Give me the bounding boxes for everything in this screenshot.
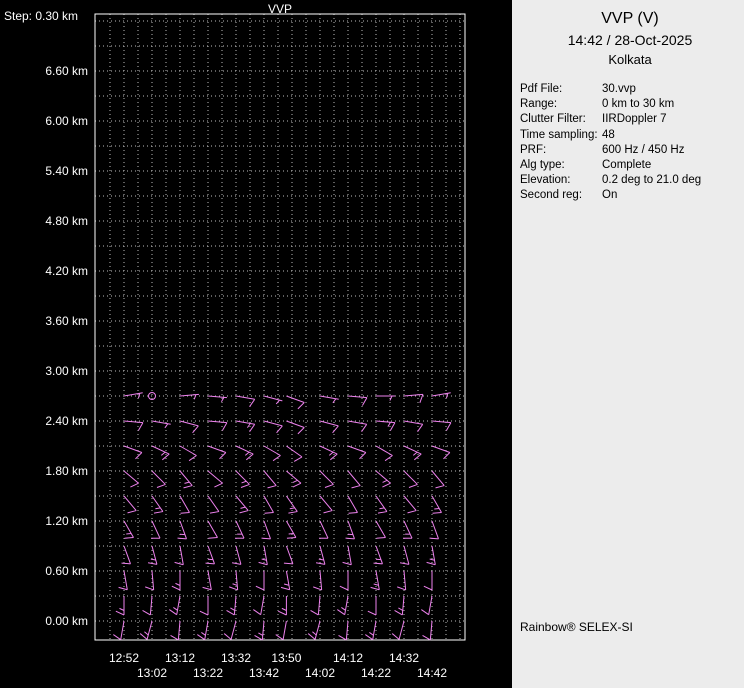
vvp-window: 0.00 km 0.60 km 1.20 km 1.80 km 2.40 km 3.00 …	[0, 0, 744, 688]
field-value: 30.vvp	[602, 82, 636, 97]
panel-site: Kolkata	[520, 52, 740, 67]
field-label: Time sampling:	[520, 128, 602, 143]
plot-title: VVP	[95, 2, 465, 16]
field-value: 600 Hz / 450 Hz	[602, 143, 684, 158]
field-label: Clutter Filter:	[520, 112, 602, 127]
y-axis-labels: 0.00 km 0.60 km 1.20 km 1.80 km 2.40 km 3.00 …	[45, 64, 88, 628]
step-label: Step: 0.30 km	[4, 9, 78, 23]
field-row: Second reg: On	[520, 188, 740, 203]
field-label: Second reg:	[520, 188, 602, 203]
svg-text:13:42: 13:42	[249, 666, 279, 680]
branding-text: Rainbow® SELEX-SI	[520, 620, 633, 634]
svg-text:4.80 km: 4.80 km	[45, 214, 88, 228]
field-value: IIRDoppler 7	[602, 112, 667, 127]
field-row: Alg type: Complete	[520, 158, 740, 173]
field-label: Alg type:	[520, 158, 602, 173]
wind-barbs-layer	[113, 393, 451, 640]
field-row: PRF: 600 Hz / 450 Hz	[520, 143, 740, 158]
svg-text:5.40 km: 5.40 km	[45, 164, 88, 178]
svg-text:3.00 km: 3.00 km	[45, 364, 88, 378]
svg-text:1.80 km: 1.80 km	[45, 464, 88, 478]
x-axis-labels: 12:5213:0213:1213:2213:3213:4213:50 14:02…	[109, 651, 447, 680]
field-row: Range: 0 km to 30 km	[520, 97, 740, 112]
svg-text:13:32: 13:32	[221, 651, 251, 665]
svg-text:6.00 km: 6.00 km	[45, 114, 88, 128]
svg-text:13:02: 13:02	[137, 666, 167, 680]
svg-text:6.60 km: 6.60 km	[45, 64, 88, 78]
svg-text:13:50: 13:50	[271, 651, 301, 665]
svg-text:3.60 km: 3.60 km	[45, 314, 88, 328]
field-label: Range:	[520, 97, 602, 112]
svg-text:14:02: 14:02	[305, 666, 335, 680]
svg-text:13:12: 13:12	[165, 651, 195, 665]
field-row: Elevation: 0.2 deg to 21.0 deg	[520, 173, 740, 188]
svg-text:13:22: 13:22	[193, 666, 223, 680]
field-row: Time sampling: 48	[520, 128, 740, 143]
field-value: 48	[602, 128, 615, 143]
svg-text:0.00 km: 0.00 km	[45, 614, 88, 628]
field-row: Pdf File: 30.vvp	[520, 82, 740, 97]
panel-datetime: 14:42 / 28-Oct-2025	[520, 32, 740, 48]
field-label: Elevation:	[520, 173, 602, 188]
svg-text:12:52: 12:52	[109, 651, 139, 665]
svg-text:2.40 km: 2.40 km	[45, 414, 88, 428]
svg-text:4.20 km: 4.20 km	[45, 264, 88, 278]
svg-text:14:32: 14:32	[389, 651, 419, 665]
svg-text:0.60 km: 0.60 km	[45, 564, 88, 578]
field-label: PRF:	[520, 143, 602, 158]
plot-grid	[95, 14, 465, 640]
field-value: Complete	[602, 158, 651, 173]
svg-text:14:42: 14:42	[417, 666, 447, 680]
svg-text:14:12: 14:12	[333, 651, 363, 665]
info-fields: Pdf File: 30.vvp Range: 0 km to 30 km Cl…	[520, 82, 740, 203]
field-row: Clutter Filter: IIRDoppler 7	[520, 112, 740, 127]
field-value: 0.2 deg to 21.0 deg	[602, 173, 701, 188]
vvp-plot-svg: 0.00 km 0.60 km 1.20 km 1.80 km 2.40 km 3.00 …	[0, 0, 512, 688]
panel-title: VVP (V)	[520, 10, 740, 28]
field-label: Pdf File:	[520, 82, 602, 97]
info-panel: VVP (V) 14:42 / 28-Oct-2025 Kolkata Pdf …	[512, 0, 744, 688]
svg-text:14:22: 14:22	[361, 666, 391, 680]
field-value: 0 km to 30 km	[602, 97, 674, 112]
wind-profile-plot: 0.00 km 0.60 km 1.20 km 1.80 km 2.40 km 3.00 …	[0, 0, 512, 688]
field-value: On	[602, 188, 617, 203]
svg-text:1.20 km: 1.20 km	[45, 514, 88, 528]
